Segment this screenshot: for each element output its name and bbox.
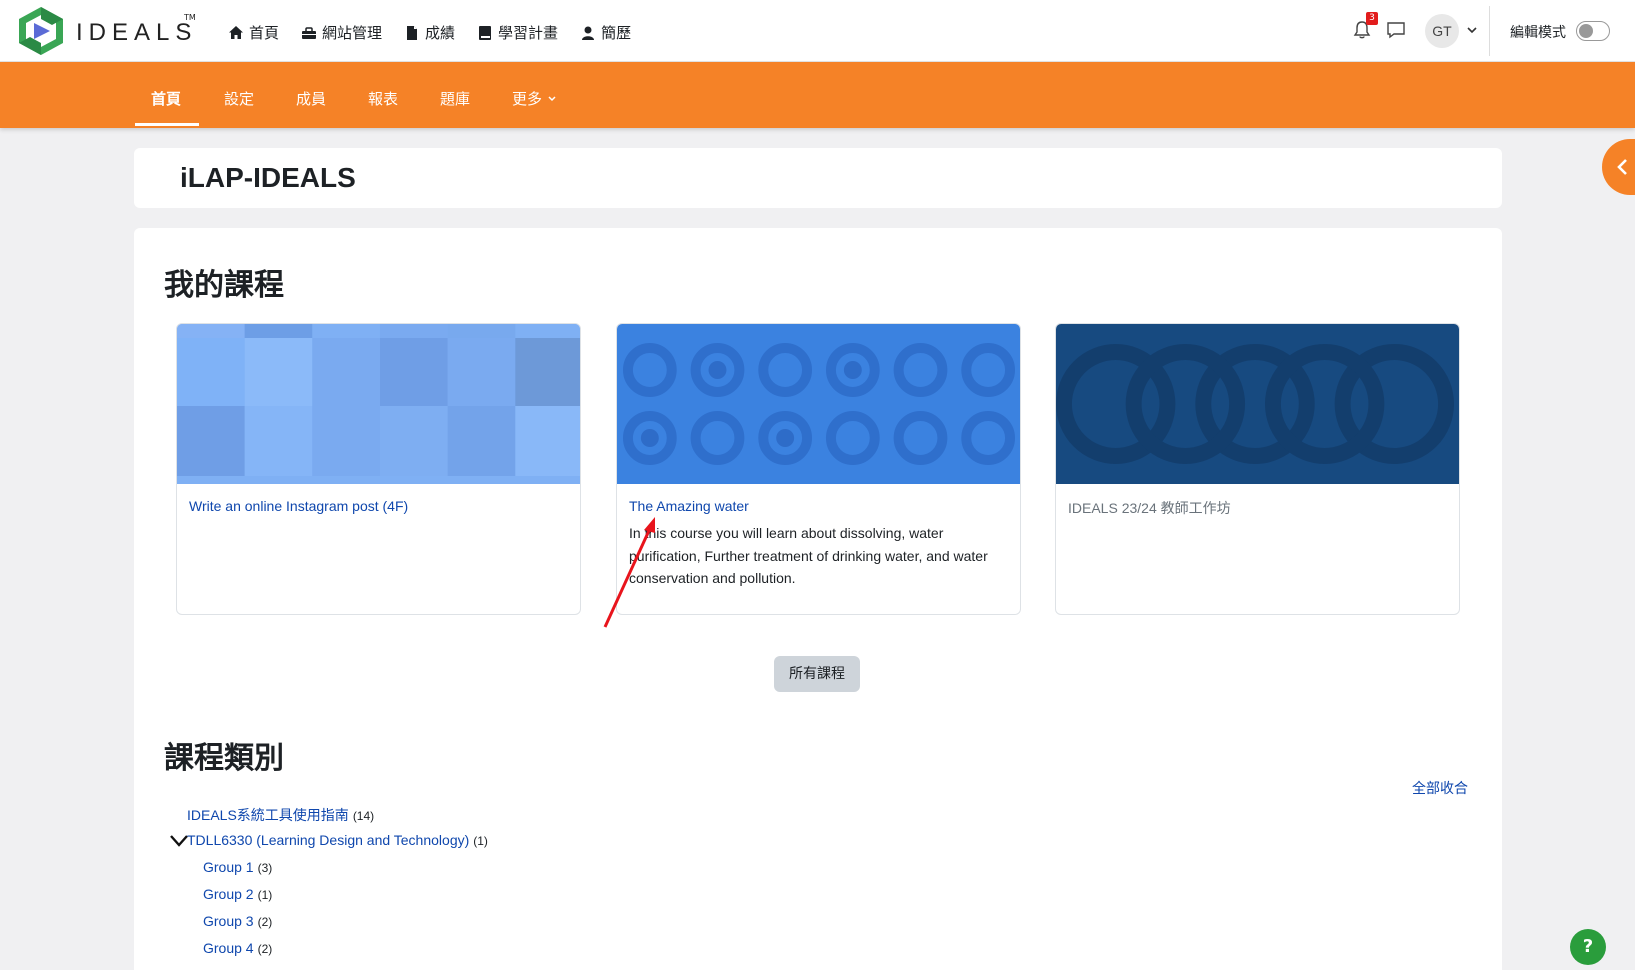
course-name-link[interactable]: IDEALS 23/24 教師工作坊 <box>1068 498 1231 518</box>
category-link[interactable]: IDEALS系統工具使用指南 <box>187 807 349 823</box>
page-header: iLAP-IDEALS <box>134 148 1502 208</box>
category-link[interactable]: Group 2 <box>203 886 254 902</box>
book-icon <box>479 25 492 40</box>
nav-home-label: 首頁 <box>249 24 280 42</box>
toggle-knob <box>1579 24 1593 38</box>
nav-site-admin-label: 網站管理 <box>322 24 383 42</box>
user-icon <box>582 26 595 40</box>
edit-mode-toggle[interactable] <box>1576 21 1610 41</box>
subcategory-item: Group 3 (2) <box>203 913 272 929</box>
nav-home[interactable]: 首頁 <box>228 22 279 43</box>
nav-learning-plans-label: 學習計畫 <box>498 24 559 42</box>
category-count: (14) <box>352 809 375 823</box>
nav-profile-label: 簡歷 <box>601 24 632 42</box>
category-link[interactable]: Group 1 <box>203 859 254 875</box>
category-item: TDLL6330 (Learning Design and Technology… <box>187 832 488 848</box>
nav-profile[interactable]: 簡歷 <box>580 22 631 43</box>
category-link[interactable]: Group 3 <box>203 913 254 929</box>
chevron-down-icon[interactable] <box>170 835 188 847</box>
trademark: TM <box>184 13 196 22</box>
tab-more[interactable]: 更多 <box>512 88 557 109</box>
notification-count-badge: 3 <box>1366 12 1378 25</box>
nav-site-admin[interactable]: 網站管理 <box>301 22 382 43</box>
my-courses-heading: 我的課程 <box>164 268 284 303</box>
message-icon[interactable] <box>1386 20 1406 40</box>
primary-navigation: 首頁 網站管理 成績 學習計畫 簡歷 <box>228 22 631 43</box>
navbar-divider <box>1489 6 1490 56</box>
tab-reports[interactable]: 報表 <box>368 88 398 109</box>
category-count: (2) <box>257 915 273 929</box>
category-count: (1) <box>473 834 488 848</box>
category-link[interactable]: TDLL6330 (Learning Design and Technology… <box>187 832 469 848</box>
ideals-logo-mark-icon <box>19 7 63 55</box>
course-image[interactable] <box>177 324 580 484</box>
subcategory-item: Group 2 (1) <box>203 886 272 902</box>
course-card[interactable]: The Amazing water In this course you wil… <box>616 323 1021 615</box>
brand-name: IDEALS <box>76 19 198 46</box>
course-name-link[interactable]: The Amazing water <box>629 498 749 514</box>
nav-grades[interactable]: 成績 <box>404 22 455 43</box>
tab-course-home[interactable]: 首頁 <box>151 88 181 109</box>
home-icon <box>229 25 243 39</box>
subcategory-item: Group 4 (2) <box>203 940 272 956</box>
tab-participants[interactable]: 成員 <box>296 88 326 109</box>
category-link[interactable]: Group 4 <box>203 940 254 956</box>
active-tab-indicator <box>135 123 199 126</box>
category-count: (3) <box>257 861 273 875</box>
edit-mode-label: 編輯模式 <box>1510 25 1566 41</box>
top-navbar: IDEALS TM 首頁 網站管理 成績 學習計畫 簡歷 3 GT 編輯模式 <box>0 0 1635 62</box>
course-card[interactable]: IDEALS 23/24 教師工作坊 <box>1055 323 1460 615</box>
category-count: (2) <box>257 942 273 956</box>
all-courses-button[interactable]: 所有課程 <box>774 656 860 692</box>
course-summary: In this course you will learn about diss… <box>629 525 988 586</box>
tab-more-label: 更多 <box>512 90 543 108</box>
chevron-down-icon <box>548 96 556 102</box>
nav-learning-plans[interactable]: 學習計畫 <box>477 22 558 43</box>
admin-icon <box>302 26 317 39</box>
help-button[interactable]: ? <box>1570 929 1606 965</box>
nav-grades-label: 成績 <box>425 24 456 42</box>
collapse-all-link[interactable]: 全部收合 <box>1412 778 1468 798</box>
course-image[interactable] <box>617 324 1020 484</box>
course-image[interactable] <box>1056 324 1459 484</box>
block-drawer-toggle[interactable] <box>1602 139 1635 195</box>
course-categories-heading: 課程類別 <box>164 741 284 776</box>
chevron-left-icon <box>1617 159 1627 175</box>
ideals-logo[interactable]: IDEALS TM <box>16 5 196 57</box>
course-card[interactable]: Write an online Instagram post (4F) <box>176 323 581 615</box>
tab-settings[interactable]: 設定 <box>224 88 254 109</box>
page-title: iLAP-IDEALS <box>180 162 356 193</box>
user-avatar[interactable]: GT <box>1425 14 1459 48</box>
category-count: (1) <box>257 888 273 902</box>
course-name-link[interactable]: Write an online Instagram post (4F) <box>189 498 408 514</box>
category-item: IDEALS系統工具使用指南 (14) <box>187 805 374 825</box>
chevron-down-icon[interactable] <box>1466 24 1478 36</box>
tab-question-bank[interactable]: 題庫 <box>440 88 470 109</box>
subcategory-item: Group 1 (3) <box>203 859 272 875</box>
main-content: 我的課程 Write an online Instagram post (4F)… <box>134 228 1502 970</box>
secondary-navigation: 首頁 設定 成員 報表 題庫 更多 <box>0 62 1635 128</box>
grades-icon <box>407 25 418 40</box>
